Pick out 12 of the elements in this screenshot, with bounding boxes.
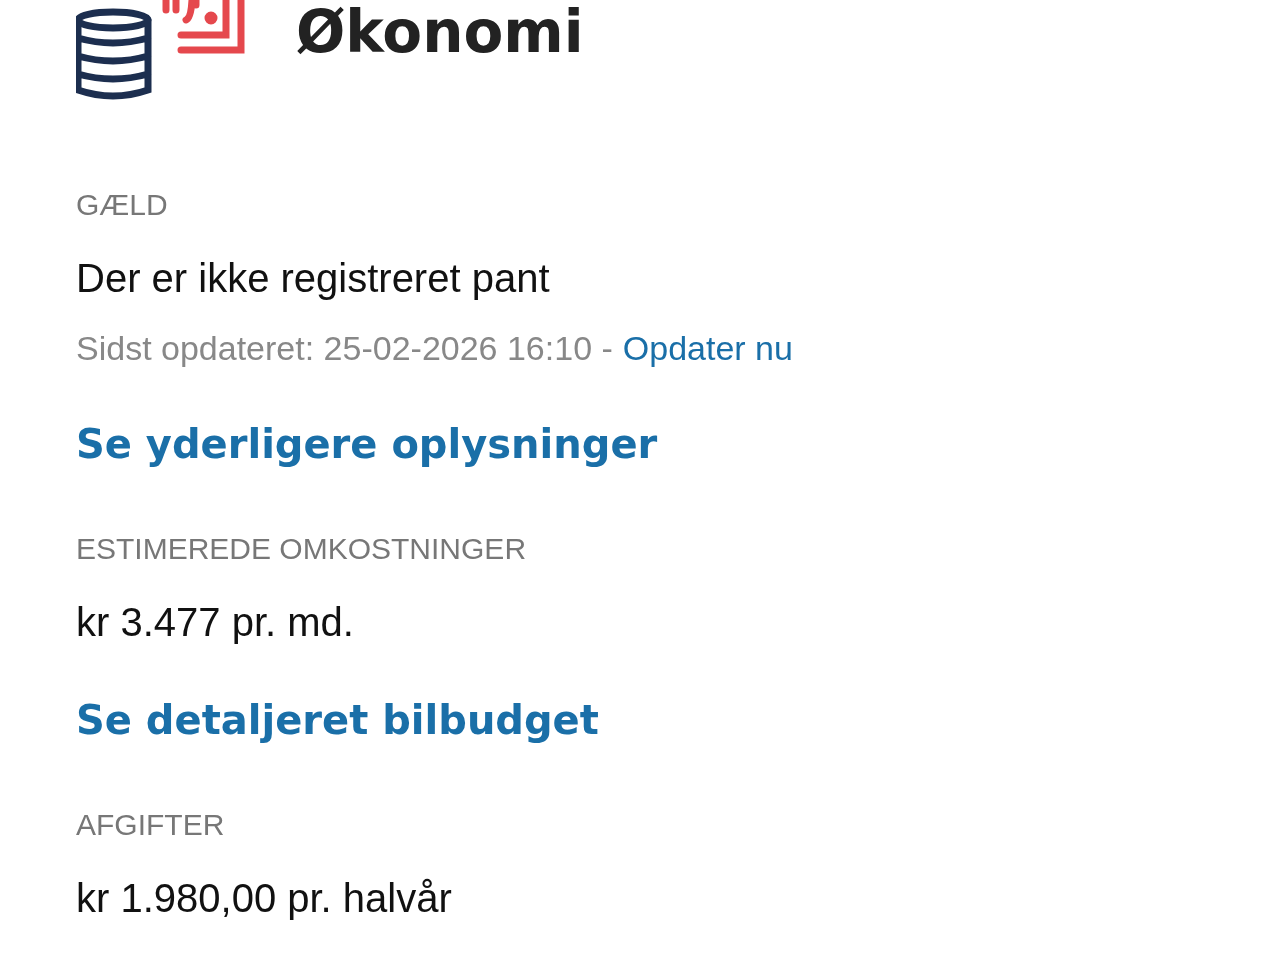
money-icon bbox=[76, 0, 246, 100]
section-label: AFGIFTER bbox=[76, 807, 225, 843]
page-title: Økonomi bbox=[296, 0, 584, 68]
section-value: Der er ikke registreret pant bbox=[76, 255, 550, 301]
section-value: kr 3.477 pr. md. bbox=[76, 599, 354, 645]
updated-text: Sidst opdateret: 25-02-2026 16:10 - bbox=[76, 328, 613, 369]
details-link[interactable]: Se detaljeret bilbudget bbox=[76, 695, 599, 745]
section-label: ESTIMEREDE OMKOSTNINGER bbox=[76, 531, 527, 567]
section-label: GÆLD bbox=[76, 187, 168, 223]
update-link[interactable]: Opdater nu bbox=[622, 327, 793, 369]
details-link[interactable]: Se yderligere oplysninger bbox=[76, 419, 658, 469]
section-value: kr 1.980,00 pr. halvår bbox=[76, 875, 452, 921]
